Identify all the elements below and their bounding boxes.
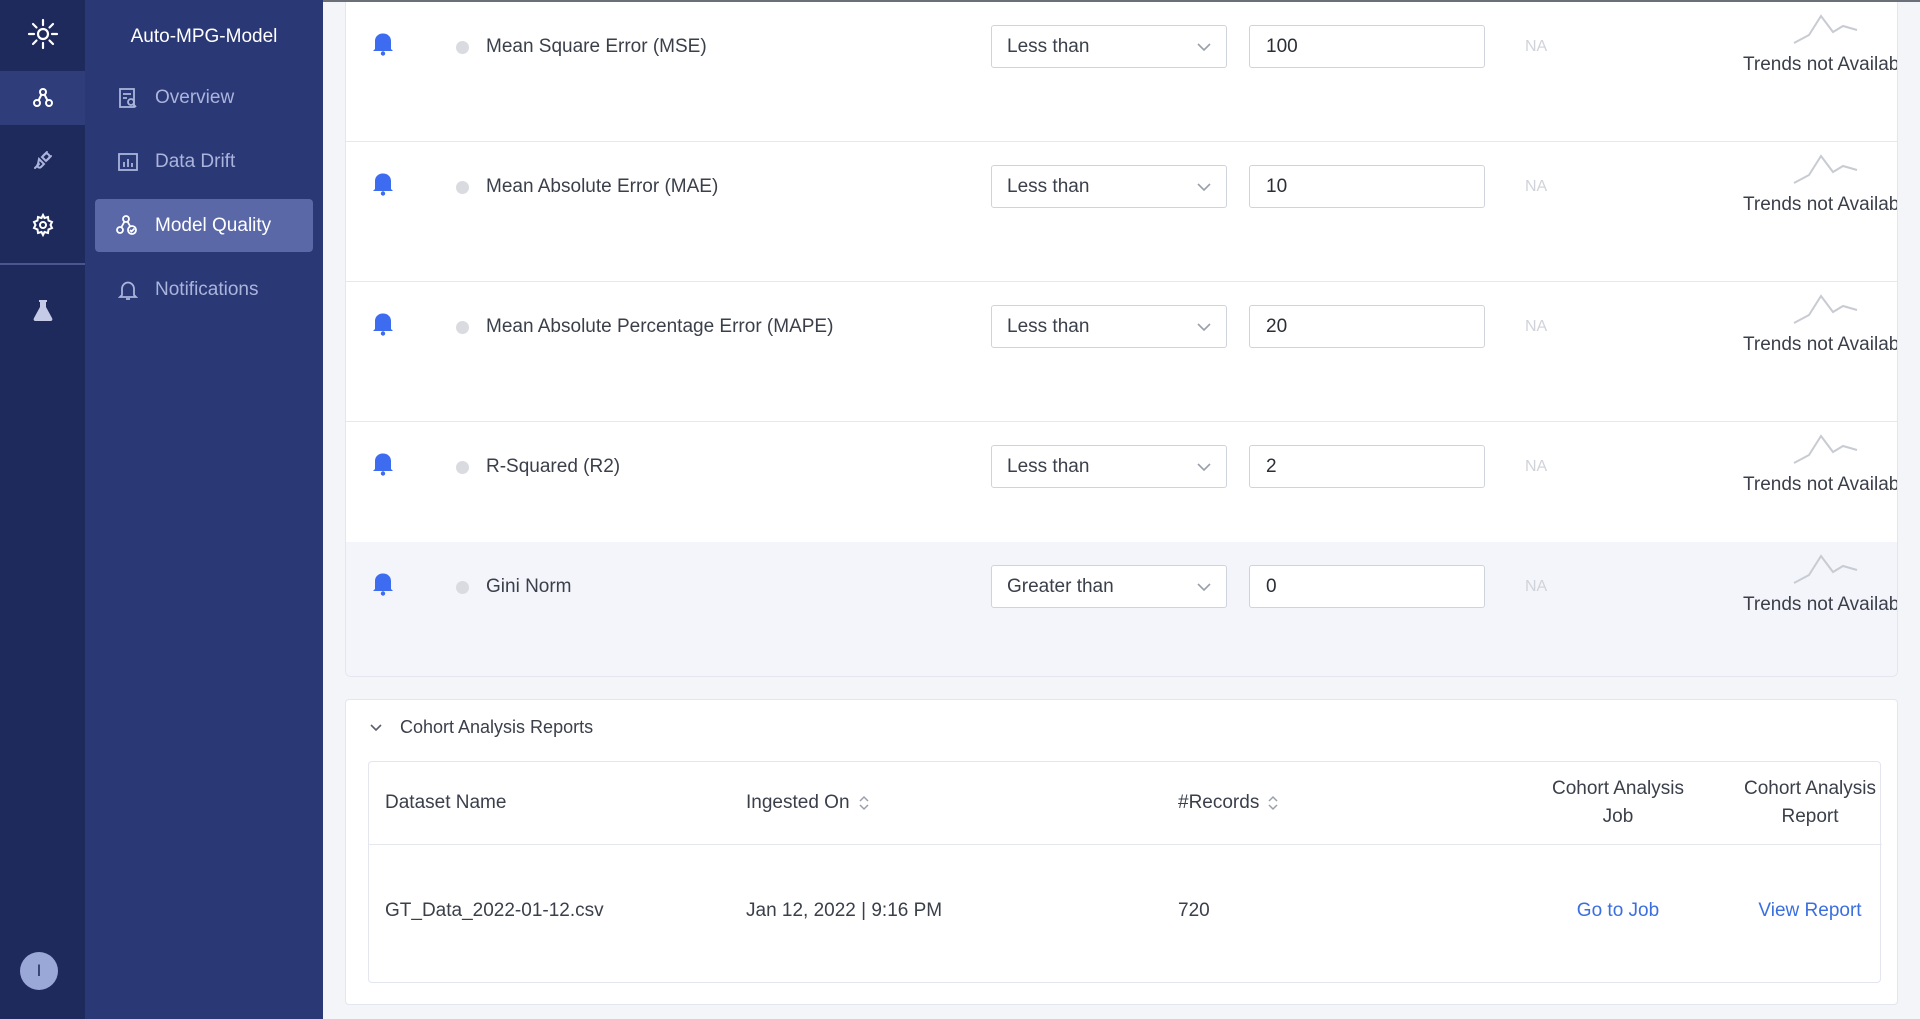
avatar[interactable]: I [20, 952, 58, 990]
metric-name: R-Squared (R2) [486, 456, 621, 477]
bell-icon[interactable] [371, 30, 395, 56]
models-icon[interactable] [0, 71, 85, 125]
condition-select[interactable]: Less than [991, 25, 1227, 68]
column-header-report: Cohort Analysis Report [1743, 778, 1876, 827]
column-header-dataset: Dataset Name [385, 792, 507, 813]
threshold-input[interactable]: 2 [1249, 445, 1485, 488]
metric-name: Mean Absolute Percentage Error (MAPE) [486, 316, 834, 337]
current-value: NA [1525, 318, 1548, 335]
chevron-down-icon [1197, 183, 1211, 192]
threshold-input[interactable]: 10 [1249, 165, 1485, 208]
bell-icon[interactable] [371, 310, 395, 336]
status-dot [456, 581, 469, 594]
threshold-input[interactable]: 100 [1249, 25, 1485, 68]
data-drift-icon [115, 149, 141, 175]
settings-icon[interactable] [0, 198, 85, 252]
column-header-ingested[interactable]: Ingested On [746, 762, 870, 844]
chevron-down-icon [368, 720, 384, 736]
metric-name: Mean Absolute Error (MAE) [486, 176, 719, 197]
trend-status: Trends not Available [1743, 474, 1898, 495]
view-report-link[interactable]: View Report [1735, 900, 1885, 922]
icon-rail: I [0, 0, 85, 1019]
chevron-down-icon [1197, 323, 1211, 332]
trend-status: Trends not Available [1743, 194, 1898, 215]
cell-dataset-name: GT_Data_2022-01-12.csv [385, 900, 604, 921]
cell-ingested-on: Jan 12, 2022 | 9:16 PM [746, 900, 943, 921]
trend-status: Trends not Available [1743, 594, 1898, 615]
chevron-down-icon [1197, 583, 1211, 592]
current-value: NA [1525, 38, 1548, 55]
condition-select[interactable]: Greater than [991, 565, 1227, 608]
trend-status: Trends not Available [1743, 54, 1898, 75]
column-header-label: Ingested On [746, 792, 850, 813]
status-dot [456, 321, 469, 334]
chevron-down-icon [1197, 463, 1211, 472]
sidebar-item-overview[interactable]: Overview [95, 71, 313, 124]
column-header-records[interactable]: #Records [1178, 762, 1279, 844]
trend-sparkline-icon [1793, 154, 1858, 184]
rule-row: Mean Absolute Percentage Error (MAPE) Le… [346, 282, 1898, 422]
sidebar-item-label: Model Quality [155, 214, 272, 236]
status-dot [456, 461, 469, 474]
column-header-label: #Records [1178, 792, 1260, 813]
rail-divider [0, 263, 85, 265]
go-to-job-link[interactable]: Go to Job [1543, 900, 1693, 922]
quality-rules-panel: Mean Square Error (MSE) Less than 100 NA… [345, 2, 1898, 677]
condition-value: Less than [1007, 455, 1090, 477]
rule-row: Mean Absolute Error (MAE) Less than 10 N… [346, 142, 1898, 282]
sort-icon[interactable] [858, 793, 870, 813]
cohort-analysis-section: Cohort Analysis Reports Dataset Name Ing… [345, 699, 1898, 1005]
trend-sparkline-icon [1793, 554, 1858, 584]
model-name: Auto-MPG-Model [130, 26, 278, 47]
overview-icon [115, 85, 141, 111]
sidebar-item-label: Overview [155, 86, 235, 108]
threshold-input[interactable]: 20 [1249, 305, 1485, 348]
metric-name: Mean Square Error (MSE) [486, 36, 707, 57]
sidebar-item-notifications[interactable]: Notifications [95, 263, 313, 316]
chevron-down-icon [1197, 43, 1211, 52]
sidebar-item-label: Data Drift [155, 150, 236, 172]
trend-sparkline-icon [1793, 14, 1858, 44]
status-dot [456, 41, 469, 54]
integrations-icon[interactable] [0, 133, 85, 187]
condition-select[interactable]: Less than [991, 445, 1227, 488]
sidebar-item-model-quality[interactable]: Model Quality [95, 199, 313, 252]
condition-value: Less than [1007, 315, 1090, 337]
bell-icon[interactable] [371, 170, 395, 196]
condition-value: Greater than [1007, 575, 1114, 597]
secondary-sidebar: Auto-MPG-Model Overview Data Drift Model… [85, 0, 323, 1019]
rule-row: Gini Norm Greater than 0 NA Trends not A… [346, 542, 1898, 676]
lab-icon[interactable] [0, 283, 85, 337]
current-value: NA [1525, 178, 1548, 195]
cohort-section-toggle[interactable]: Cohort Analysis Reports [368, 717, 593, 738]
condition-select[interactable]: Less than [991, 165, 1227, 208]
bell-icon[interactable] [371, 450, 395, 476]
condition-value: Less than [1007, 175, 1090, 197]
rule-row: R-Squared (R2) Less than 2 NA Trends not… [346, 422, 1898, 562]
column-header-job: Cohort Analysis Job [1551, 778, 1684, 827]
notifications-bell-icon [115, 277, 141, 303]
status-dot [456, 181, 469, 194]
trend-sparkline-icon [1793, 294, 1858, 324]
header-divider [369, 844, 1882, 845]
sidebar-item-data-drift[interactable]: Data Drift [95, 135, 313, 188]
condition-select[interactable]: Less than [991, 305, 1227, 348]
model-quality-icon [115, 213, 141, 239]
sort-icon[interactable] [1267, 793, 1279, 813]
cell-records: 720 [1178, 900, 1210, 921]
cohort-table: Dataset Name Ingested On #Records Cohort… [368, 761, 1882, 983]
trend-status: Trends not Available [1743, 334, 1898, 355]
main-content: Mean Square Error (MSE) Less than 100 NA… [323, 0, 1920, 1019]
section-title: Cohort Analysis Reports [400, 717, 594, 737]
rule-row: Mean Square Error (MSE) Less than 100 NA… [346, 2, 1898, 142]
condition-value: Less than [1007, 35, 1090, 57]
threshold-input[interactable]: 0 [1249, 565, 1485, 608]
current-value: NA [1525, 458, 1548, 475]
logo-icon[interactable] [0, 0, 85, 67]
metric-name: Gini Norm [486, 576, 572, 597]
sidebar-item-label: Notifications [155, 278, 259, 300]
current-value: NA [1525, 578, 1548, 595]
bell-icon[interactable] [371, 570, 395, 596]
trend-sparkline-icon [1793, 434, 1858, 464]
